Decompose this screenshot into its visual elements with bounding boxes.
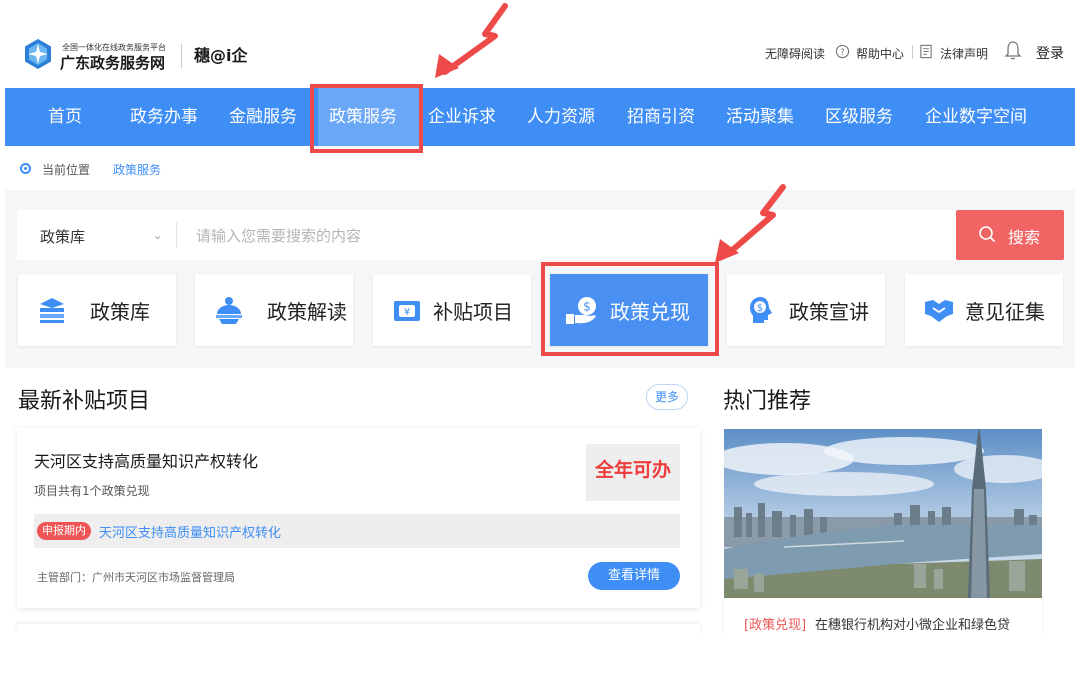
legal-link[interactable]: 法律声明 (940, 45, 988, 62)
card-subtitle: 项目共有1个政策兑现 (34, 484, 150, 498)
tile-label: 补贴项目 (433, 300, 513, 324)
tile-label: 政策宣讲 (789, 300, 869, 324)
city-skyline-image[interactable] (724, 429, 1042, 598)
header-separator (912, 45, 913, 59)
head-dollar-icon: $ (750, 297, 772, 323)
page-bottom (0, 634, 1080, 678)
tile-label: 意见征集 (965, 300, 1045, 324)
location-icon (20, 163, 31, 174)
main-nav: 首页 政务办事 金融服务 政策服务 企业诉求 人力资源 招商引资 活动聚集 区级… (5, 88, 1075, 146)
help-link[interactable]: 帮助中心 (856, 45, 904, 62)
nav-item-digital-space[interactable]: 企业数字空间 (925, 88, 1027, 146)
status-badge: 全年可办 (586, 444, 680, 501)
search-button-label: 搜索 (1008, 228, 1041, 247)
application-period-badge: 申报期内 (37, 522, 91, 540)
search-input[interactable] (196, 222, 936, 250)
breadcrumb-label: 当前位置 (42, 163, 91, 177)
bell-icon[interactable] (1004, 40, 1022, 60)
gd-gov-logo-icon[interactable] (22, 38, 54, 70)
site-name[interactable]: 广东政务服务网 (60, 52, 165, 73)
tile-policy-promotion[interactable]: $ 政策宣讲 (727, 274, 885, 346)
breadcrumb-current[interactable]: 政策服务 (113, 161, 161, 178)
search-icon (979, 226, 996, 243)
sub-brand[interactable]: 穗@i企 (194, 42, 248, 66)
tile-highlight-box (541, 262, 719, 356)
search-divider (176, 222, 177, 248)
tile-label: 政策解读 (267, 300, 347, 324)
tile-policy-interpretation[interactable]: 政策解读 (195, 274, 353, 346)
nav-item-government-affairs[interactable]: 政务办事 (130, 88, 198, 146)
tile-label: 政策库 (90, 300, 150, 324)
view-details-button[interactable]: 查看详情 (588, 562, 680, 590)
hot-category-tag: [政策兑现] (744, 618, 807, 633)
handshake-icon (925, 300, 953, 322)
globe-person-icon (216, 297, 242, 324)
nav-item-events[interactable]: 活动聚集 (726, 88, 794, 146)
hot-article-title[interactable]: 在穗银行机构对小微企业和绿色贷 (815, 614, 1035, 633)
tile-opinion-collection[interactable]: 意见征集 (905, 274, 1063, 346)
svg-text:¥: ¥ (404, 307, 410, 318)
login-link[interactable]: 登录 (1036, 43, 1064, 63)
tile-policy-library[interactable]: 政策库 (18, 274, 176, 346)
help-icon: ? (835, 44, 850, 59)
chevron-down-icon[interactable]: ⌄ (153, 229, 162, 242)
wallet-icon: ¥ (394, 301, 420, 321)
red-arrow-annotation (435, 3, 508, 78)
red-arrow-annotation (715, 184, 786, 263)
section-title-hot: 热门推荐 (723, 389, 812, 414)
nav-item-financial-services[interactable]: 金融服务 (229, 88, 297, 146)
nav-item-investment[interactable]: 招商引资 (627, 88, 695, 146)
section-title-subsidies: 最新补贴项目 (18, 389, 151, 414)
nav-item-district-services[interactable]: 区级服务 (825, 88, 893, 146)
tile-subsidy-projects[interactable]: ¥ 补贴项目 (373, 274, 531, 346)
accessibility-link[interactable]: 无障碍阅读 (765, 45, 825, 62)
nav-highlight-box (310, 84, 423, 153)
nav-item-human-resources[interactable]: 人力资源 (527, 88, 595, 146)
category-select[interactable]: 政策库 (40, 226, 85, 247)
logo-divider (181, 44, 182, 68)
nav-item-home[interactable]: 首页 (48, 88, 82, 146)
next-card-edge (17, 624, 700, 634)
more-button[interactable]: 更多 (646, 384, 688, 410)
document-icon (920, 44, 932, 59)
card-title[interactable]: 天河区支持高质量知识产权转化 (34, 448, 258, 472)
svg-text:?: ? (840, 47, 844, 57)
books-icon (40, 298, 64, 323)
search-button[interactable]: 搜索 (956, 210, 1064, 260)
card-department: 主管部门：广州市天河区市场监督管理局 (37, 571, 235, 584)
svg-text:$: $ (757, 303, 763, 314)
nav-item-enterprise-appeals[interactable]: 企业诉求 (428, 88, 496, 146)
card-policy-link[interactable]: 天河区支持高质量知识产权转化 (99, 522, 281, 541)
